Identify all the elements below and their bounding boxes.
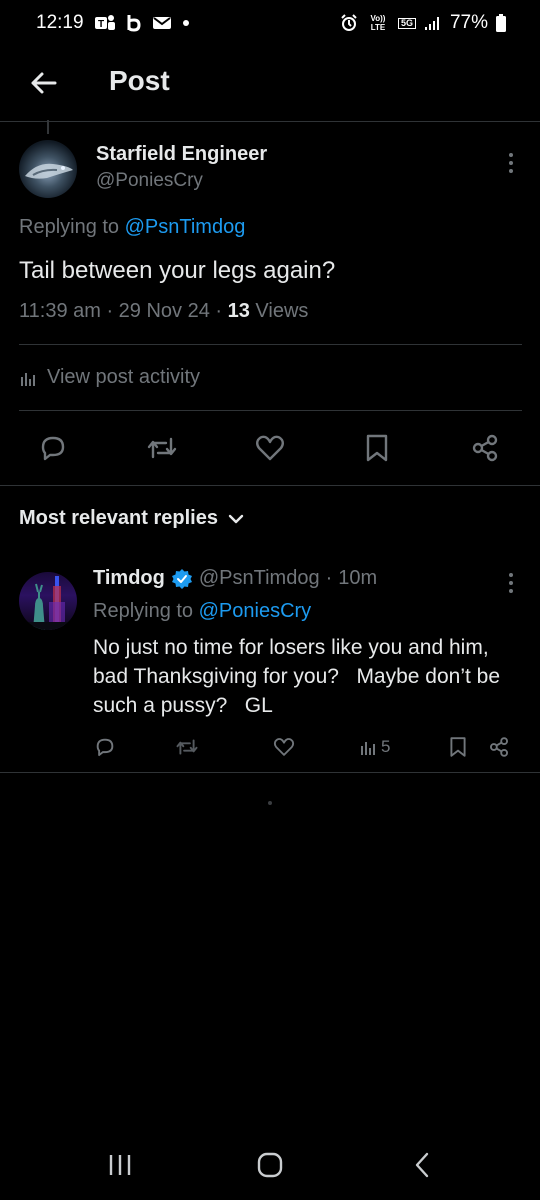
replying-handle-link[interactable]: @PsnTimdog [125, 216, 246, 238]
battery-icon [496, 14, 506, 32]
post-timestamp: 11:39 am · 29 Nov 24 · [19, 300, 228, 322]
reply-author-name[interactable]: Timdog [93, 567, 165, 590]
reply-separator: · [325, 567, 333, 589]
author-handle[interactable]: @PoniesCry [96, 170, 203, 192]
status-time: 12:19 [36, 12, 84, 33]
reply-text: No just no time for losers like you and … [93, 636, 506, 717]
recent-apps-icon [109, 1155, 131, 1175]
analytics-icon [361, 742, 375, 755]
reply-reply-button[interactable] [94, 733, 116, 761]
like-button[interactable] [250, 428, 290, 468]
reply-header: Timdog @PsnTimdog · 10m [93, 567, 377, 590]
reply-views-count: 5 [381, 737, 391, 756]
repost-button[interactable] [142, 428, 182, 468]
meta-divider [19, 344, 522, 345]
repost-icon [147, 437, 177, 459]
top-bar: Post [0, 46, 540, 120]
reply-time[interactable]: 10m [338, 567, 377, 590]
reply-share-button[interactable] [488, 733, 510, 761]
reply-replying-to: Replying to @PoniesCry [93, 600, 311, 623]
replying-prefix: Replying to [19, 216, 125, 238]
signal-icon [424, 15, 442, 31]
svg-text:T: T [97, 19, 103, 30]
share-icon [489, 737, 509, 757]
bookmark-button[interactable] [357, 428, 397, 468]
dot-icon [182, 19, 190, 27]
views-count: 13 [227, 300, 250, 322]
actions-divider [0, 485, 540, 486]
post-action-bar [0, 428, 540, 468]
b-icon [126, 14, 142, 32]
reply-action-bar: 5 [0, 733, 540, 761]
spaceship-icon [25, 163, 73, 179]
teams-icon: T [94, 14, 116, 32]
views-label: Views [249, 300, 309, 322]
reply-button[interactable] [33, 428, 73, 468]
reply-icon [96, 738, 114, 757]
header-divider [0, 121, 540, 122]
post-replying-to: Replying to @PsnTimdog [19, 216, 245, 239]
system-back-button[interactable] [402, 1148, 442, 1182]
loading-indicator [268, 801, 272, 805]
chevron-down-icon [228, 514, 244, 523]
like-icon [256, 435, 284, 461]
author-name[interactable]: Starfield Engineer [96, 143, 267, 166]
share-button[interactable] [465, 428, 505, 468]
post-meta: 11:39 am · 29 Nov 24 · 13 Views [19, 300, 308, 323]
reply-views-button[interactable]: 5 [359, 733, 390, 761]
back-button[interactable] [26, 66, 60, 100]
alarm-icon [340, 14, 358, 32]
status-right: Vo)) LTE 5G 77% [340, 12, 506, 34]
sort-label: Most relevant replies [19, 507, 218, 529]
replies-sort-dropdown[interactable]: Most relevant replies [19, 507, 244, 530]
post-text: Tail between your legs again? [19, 257, 336, 284]
system-nav-bar [0, 1128, 540, 1200]
reply-author-handle[interactable]: @PsnTimdog [199, 567, 320, 590]
analytics-icon [21, 372, 35, 386]
reply-replying-handle-link[interactable]: @PoniesCry [199, 600, 312, 622]
verified-badge-icon [171, 568, 192, 589]
activity-label: View post activity [47, 366, 201, 388]
reply-bookmark-button[interactable] [449, 733, 467, 761]
battery-percent: 77% [449, 12, 488, 33]
post-more-button[interactable] [501, 148, 521, 178]
activity-divider [19, 410, 522, 411]
repost-icon [176, 739, 198, 755]
statue-of-liberty-icon [27, 576, 77, 630]
home-icon [257, 1152, 283, 1178]
page-title: Post [109, 65, 170, 96]
reply-replying-prefix: Replying to [93, 600, 199, 622]
reply-more-button[interactable] [501, 568, 521, 598]
bookmark-icon [366, 434, 388, 462]
thread-connector [47, 120, 49, 134]
view-activity-link[interactable]: View post activity [19, 366, 200, 389]
status-bar: 12:19 T Vo)) LTE 5G 77% [0, 0, 540, 46]
recent-apps-button[interactable] [100, 1148, 140, 1182]
home-button[interactable] [250, 1148, 290, 1182]
reply-divider [0, 772, 540, 773]
network-label: 5G [397, 17, 416, 29]
reply-avatar[interactable] [19, 572, 77, 630]
share-icon [472, 434, 498, 462]
bookmark-icon [450, 737, 466, 757]
reply-repost-button[interactable] [175, 733, 199, 761]
status-left: 12:19 T [36, 12, 190, 34]
reply-icon [41, 436, 65, 461]
like-icon [273, 738, 295, 756]
author-avatar[interactable] [19, 140, 77, 198]
reply-like-button[interactable] [273, 733, 295, 761]
arrow-left-icon [31, 72, 57, 94]
mail-icon [152, 15, 172, 31]
volte-label: Vo)) LTE [370, 14, 386, 32]
chevron-left-icon [415, 1152, 429, 1178]
